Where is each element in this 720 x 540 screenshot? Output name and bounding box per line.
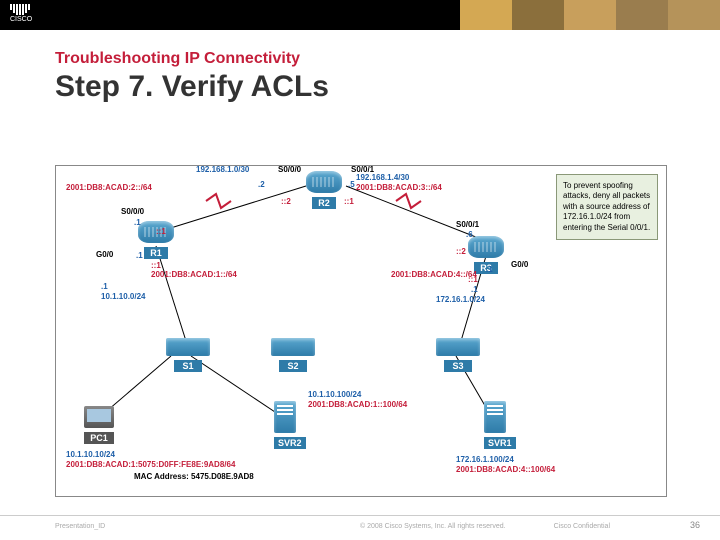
label-svr2-v4: 10.1.10.100/24	[308, 391, 361, 400]
label-c1a: ::1	[156, 228, 166, 237]
pc1: PC1	[84, 406, 114, 446]
server-svr2: SVR2	[274, 401, 306, 451]
label-svr2-v6: 2001:DB8:ACAD:1::100/64	[308, 401, 407, 410]
label-net-l-v6: 2001:DB8:ACAD:2::/64	[66, 184, 152, 193]
label-p1d: .1	[486, 266, 493, 275]
label-r3-lan-v4: 172.16.1.0/24	[436, 296, 485, 305]
label-p5: .5	[348, 181, 355, 190]
label-p6: .6	[466, 231, 473, 240]
label-c1b: ::1	[344, 198, 354, 207]
slide-title: Step 7. Verify ACLs	[55, 70, 720, 104]
label-pc1-v4: 10.1.10.10/24	[66, 451, 115, 460]
server-svr1: SVR1	[484, 401, 516, 451]
footer-right: Cisco Confidential	[554, 523, 610, 530]
label-net-l-v4: 192.168.1.0/30	[196, 166, 249, 175]
label-svr1-v6: 2001:DB8:ACAD:4::100/64	[456, 466, 555, 475]
label-r3-g00: G0/0	[511, 261, 528, 270]
switch-s2: S2	[271, 338, 315, 374]
label-r3-lan-v6: 2001:DB8:ACAD:4::/64	[391, 271, 477, 280]
slide-subtitle: Troubleshooting IP Connectivity	[55, 50, 720, 68]
label-r3-s001: S0/0/1	[456, 221, 479, 230]
label-s000: S0/0/0	[278, 166, 301, 175]
label-p1a: .1	[134, 219, 141, 228]
label-r1-s000: S0/0/0	[121, 208, 144, 217]
label-r1-g00: G0/0	[96, 251, 113, 260]
label-p1b: .1	[136, 252, 143, 261]
network-diagram: R2 R1 R3 S1 S2 S3 PC1 SVR2 SVR1 S0/0/0 S…	[55, 165, 667, 497]
callout-box: To prevent spoofing attacks, deny all pa…	[556, 174, 658, 240]
label-r1-lan-v4: 10.1.10.0/24	[101, 293, 145, 302]
label-pc1-v6: 2001:DB8:ACAD:1:5075:D0FF:FE8E:9AD8/64	[66, 461, 235, 470]
label-mac: MAC Address: 5475.D08E.9AD8	[134, 473, 254, 482]
footer: Presentation_ID © 2008 Cisco Systems, In…	[0, 515, 720, 532]
label-c2b: ::2	[456, 248, 466, 257]
router-r2: R2	[306, 171, 342, 211]
label-p2a: .2	[258, 181, 265, 190]
switch-s1: S1	[166, 338, 210, 374]
label-p1c: .1	[101, 283, 108, 292]
footer-center: © 2008 Cisco Systems, Inc. All rights re…	[360, 523, 506, 530]
label-r1-lan-v6: 2001:DB8:ACAD:1::/64	[151, 271, 237, 280]
top-bar: CISCO	[0, 0, 720, 30]
cisco-logo: CISCO	[10, 4, 32, 23]
footer-left: Presentation_ID	[55, 523, 105, 530]
label-svr1-v4: 172.16.1.100/24	[456, 456, 514, 465]
page-number: 36	[690, 520, 700, 530]
header-photos	[460, 0, 720, 30]
switch-s3: S3	[436, 338, 480, 374]
label-c2a: ::2	[281, 198, 291, 207]
label-net-r-v6: 2001:DB8:ACAD:3::/64	[356, 184, 442, 193]
label-p1e: .1	[471, 286, 478, 295]
label-net-r-v4: 192.168.1.4/30	[356, 174, 409, 183]
